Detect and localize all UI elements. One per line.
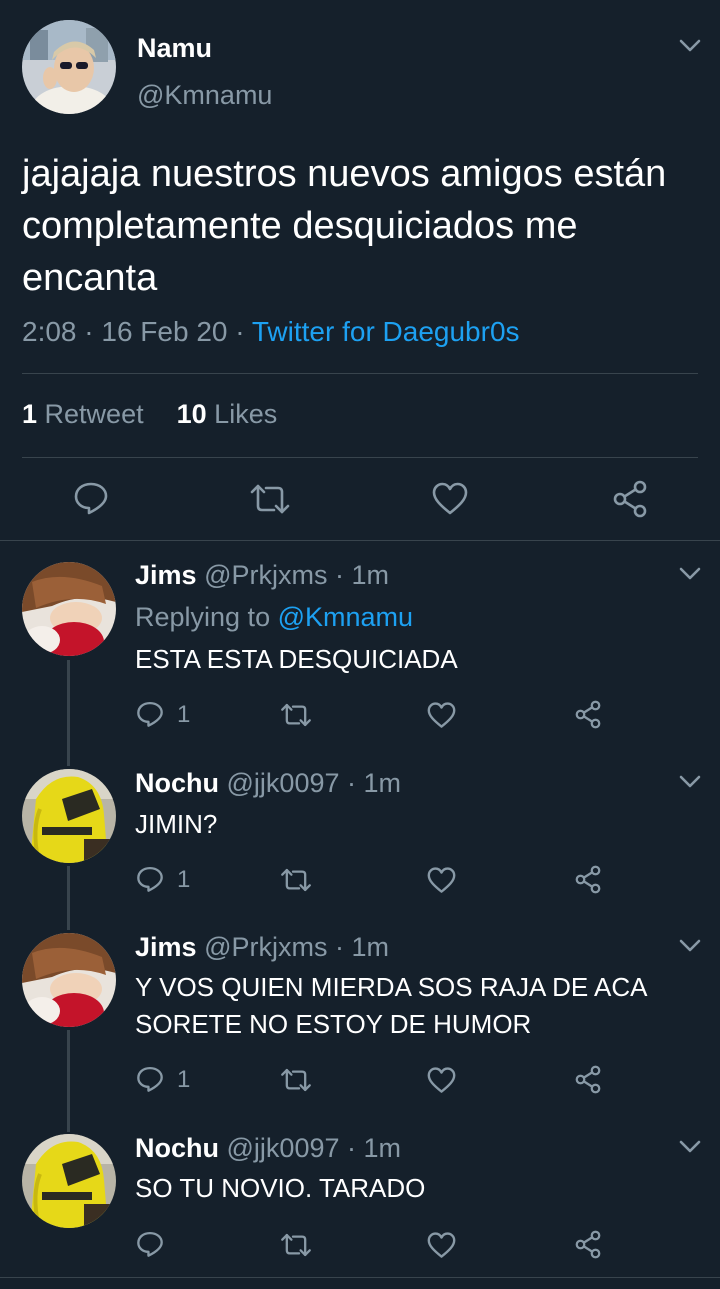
reply-text: JIMIN? [135,809,218,839]
reply-icon[interactable] [136,1230,164,1258]
reply-count: 1 [177,701,191,728]
thread-line [67,660,70,766]
share-icon[interactable] [610,480,650,518]
author-handle[interactable]: @Kmnamu [137,80,272,111]
reply-icon[interactable] [136,700,164,728]
like-icon[interactable] [432,482,468,516]
tweet-timestamp: 2:08 · 16 Feb 20 · [22,316,252,347]
divider [0,540,720,541]
reply-author-handle[interactable]: @Prkjxms · 1m [204,560,389,590]
thread-line [67,1030,70,1132]
chevron-down-icon[interactable] [679,939,701,953]
reply-author-handle[interactable]: @jjk0097 · 1m [227,1133,401,1163]
author-name[interactable]: Namu [137,33,212,64]
tweet-meta: 2:08 · 16 Feb 20 · Twitter for Daegubr0s [22,316,520,348]
reply-text: SO TU NOVIO. TARADO [135,1173,426,1203]
like-icon[interactable] [427,1067,456,1094]
tweet-stats: 1 Retweet 10 Likes [22,399,277,430]
retweets-stat[interactable]: 1 Retweet [22,399,144,429]
reply-text: Y VOS QUIEN MIERDA SOS RAJA DE ACA SORET… [135,972,647,1039]
avatar-nochu[interactable] [22,1134,116,1228]
reply-count: 1 [177,1066,191,1093]
divider [22,373,698,374]
reply-text: ESTA ESTA DESQUICIADA [135,644,458,674]
tweet-client-link[interactable]: Twitter for Daegubr0s [252,316,520,347]
reply-author-name[interactable]: Nochu [135,768,219,798]
avatar-jims[interactable] [22,562,116,656]
retweet-icon[interactable] [248,482,292,516]
retweet-icon[interactable] [279,702,313,728]
reply-author-handle[interactable]: @jjk0097 · 1m [227,768,401,798]
chevron-down-icon[interactable] [679,775,701,789]
divider [22,457,698,458]
divider [0,1277,720,1278]
like-icon[interactable] [427,1232,456,1259]
retweet-icon[interactable] [279,867,313,893]
chevron-down-icon[interactable] [679,39,701,53]
avatar-jims[interactable] [22,933,116,1027]
share-icon[interactable] [573,700,603,729]
reply-author-handle[interactable]: @Prkjxms · 1m [204,932,389,962]
replying-to-link[interactable]: @Kmnamu [278,602,413,632]
retweet-icon[interactable] [279,1232,313,1258]
reply-author-name[interactable]: Jims [135,932,197,962]
like-icon[interactable] [427,867,456,894]
share-icon[interactable] [573,1065,603,1094]
likes-stat[interactable]: 10 Likes [177,399,278,429]
avatar-nochu[interactable] [22,769,116,863]
reply-header: Jims @Prkjxms · 1m [135,932,389,963]
reply-count: 1 [177,866,191,893]
retweet-icon[interactable] [279,1067,313,1093]
reply-icon[interactable] [136,865,164,893]
reply-header: Jims @Prkjxms · 1m [135,560,389,591]
reply-header: Nochu @jjk0097 · 1m [135,768,401,799]
chevron-down-icon[interactable] [679,1140,701,1154]
chevron-down-icon[interactable] [679,567,701,581]
reply-header: Nochu @jjk0097 · 1m [135,1133,401,1164]
like-icon[interactable] [427,702,456,729]
reply-author-name[interactable]: Nochu [135,1133,219,1163]
share-icon[interactable] [573,865,603,894]
replying-to: Replying to @Kmnamu [135,602,414,632]
thread-line [67,866,70,930]
avatar-namu[interactable] [22,20,116,114]
share-icon[interactable] [573,1230,603,1259]
reply-icon[interactable] [136,1065,164,1093]
reply-icon[interactable] [73,480,109,516]
tweet-text: jajajaja nuestros nuevos amigos están co… [22,153,667,299]
reply-author-name[interactable]: Jims [135,560,197,590]
